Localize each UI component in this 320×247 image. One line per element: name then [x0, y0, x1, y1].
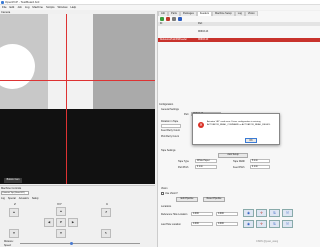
- camera-overlay-label[interactable]: Bottom Cam: [4, 178, 22, 183]
- home-button[interactable]: P: [56, 218, 66, 227]
- capture-camera-icon-2[interactable]: ◉: [243, 220, 254, 228]
- table-row-selected[interactable]: ReferencePushPullFeeder R0603-1K: [158, 38, 320, 42]
- last-hole-label: Last Hole Location: [161, 223, 181, 226]
- move-camera-icon-2[interactable]: ✛: [256, 220, 267, 228]
- locations-title: Locations: [161, 205, 172, 208]
- ok-button[interactable]: OK: [245, 138, 257, 143]
- jog-c-ccw-button[interactable]: ↺: [101, 208, 111, 217]
- tape-width-field[interactable]: 8 mm: [250, 159, 270, 163]
- edit-pipeline-button[interactable]: Edit Pipeline: [176, 197, 198, 202]
- tab-actuators[interactable]: Actuators: [19, 197, 29, 200]
- tab-special[interactable]: Special: [8, 197, 16, 200]
- error-icon: ✕: [198, 122, 204, 128]
- menu-file[interactable]: File: [2, 5, 7, 10]
- distance-slider-knob[interactable]: [70, 242, 73, 245]
- machine-controls-panel: Machine Controls Camera Top (Head H1) Jo…: [0, 185, 155, 247]
- menu-bar: File Edit Job Jog Machine Scripts Window…: [0, 5, 320, 10]
- capture-camera-icon[interactable]: ◉: [243, 209, 254, 217]
- reference-hole-x[interactable]: 0.000: [191, 212, 213, 216]
- camera-image-right: [93, 14, 155, 109]
- app-icon: [1, 1, 4, 4]
- menu-edit[interactable]: Edit: [10, 5, 15, 10]
- use-vision-checkbox[interactable]: [161, 192, 164, 195]
- menu-window[interactable]: Window: [58, 5, 68, 10]
- error-dialog: ✕ Actuator "A1" read error: Driver confi…: [192, 113, 280, 145]
- tape-width-label: Tape Width: [233, 160, 245, 163]
- jog-x-right-button[interactable]: ▶: [68, 218, 78, 227]
- crosshair-vertical: [66, 14, 67, 184]
- general-settings-title: General Settings: [161, 108, 179, 111]
- reference-hole-label: Reference Hole Location: [161, 213, 188, 216]
- tab-feeders[interactable]: Feeders: [196, 11, 213, 16]
- jog-z-down-button[interactable]: ▼: [9, 229, 19, 238]
- tab-vision[interactable]: Vision: [244, 11, 258, 16]
- part-pitch-label: Part Pitch: [178, 166, 189, 169]
- jog-y-down-button[interactable]: ▼: [56, 229, 66, 238]
- feed-pitch-field[interactable]: 4 mm: [250, 165, 270, 169]
- menu-job[interactable]: Job: [17, 5, 22, 10]
- tab-machine-setup[interactable]: Machine Setup: [212, 11, 235, 16]
- distance-slider[interactable]: [20, 243, 140, 244]
- move-camera-icon[interactable]: ✛: [256, 209, 267, 217]
- axis-z-label: Z: [14, 202, 16, 206]
- tab-jog[interactable]: Jog: [1, 197, 5, 200]
- crosshair-horizontal: [0, 80, 155, 81]
- reset-pipeline-button[interactable]: Reset Pipeline: [203, 197, 225, 202]
- camera-image-lower: [0, 109, 155, 184]
- menu-help[interactable]: Help: [70, 5, 76, 10]
- jog-x-left-button[interactable]: ◀: [44, 218, 54, 227]
- rotation-field[interactable]: [161, 124, 181, 128]
- position-tool-icon[interactable]: ⤧: [282, 209, 293, 217]
- rotation-label: Rotation in Tape: [161, 120, 179, 123]
- tape-type-select[interactable]: White Paper: [195, 159, 217, 163]
- move-nozzle-icon-2[interactable]: ⇅: [269, 220, 280, 228]
- distance-label: Distance:: [4, 241, 14, 243]
- delete-feeder-icon[interactable]: [166, 17, 170, 21]
- vision-title: Vision: [161, 187, 168, 190]
- jog-c-cw-button[interactable]: ↻: [101, 229, 111, 238]
- tape-type-label: Tape Type: [178, 160, 189, 163]
- auto-setup-button[interactable]: Auto Setup: [218, 153, 248, 158]
- menu-jog[interactable]: Jog: [25, 5, 30, 10]
- part-pitch-field[interactable]: 4 mm: [195, 165, 217, 169]
- reference-hole-y[interactable]: 0.000: [216, 212, 238, 216]
- configuration-title: Configuration: [159, 103, 174, 106]
- use-vision-label: Use Vision?: [165, 192, 178, 195]
- error-message: Actuator "A1" read error: Driver configu…: [207, 121, 271, 126]
- camera-image-feeder: [48, 14, 93, 109]
- part-label: Part: [184, 113, 189, 116]
- axis-xy-label: X/Y: [57, 202, 62, 206]
- window-title: OpenPnP - TestBoard.brd: [5, 0, 40, 4]
- tab-log[interactable]: Log: [234, 11, 245, 16]
- tool-select[interactable]: Camera Top (Head H1): [1, 191, 29, 195]
- tab-parts[interactable]: Parts: [168, 11, 180, 16]
- menu-scripts[interactable]: Scripts: [46, 5, 55, 10]
- jog-y-up-button[interactable]: ▲: [56, 207, 66, 216]
- machine-controls-title: Machine Controls: [1, 187, 22, 190]
- watermark: CSDN @yuan_wang: [256, 240, 279, 243]
- last-hole-y[interactable]: 0.000: [216, 222, 238, 226]
- tab-packages[interactable]: Packages: [179, 11, 197, 16]
- move-nozzle-icon[interactable]: ⇅: [269, 209, 280, 217]
- axis-c-label: C: [106, 202, 109, 206]
- tab-safety[interactable]: Safety: [32, 197, 39, 200]
- camera-view[interactable]: [0, 14, 155, 184]
- tab-job[interactable]: Job: [158, 11, 169, 16]
- menu-machine[interactable]: Machine: [32, 5, 43, 10]
- position-tool-icon-2[interactable]: ⤧: [282, 220, 293, 228]
- feed-retry-label: Feed Retry Count: [161, 129, 180, 132]
- last-hole-x[interactable]: 0.000: [191, 222, 213, 226]
- pick-retry-label: Pick Retry Count: [161, 135, 179, 138]
- add-feeder-icon[interactable]: [160, 17, 164, 21]
- feeders-table: ID Part R0603-1K ReferencePushPullFeeder…: [158, 22, 320, 42]
- feed-pitch-label: Feed Pitch: [233, 166, 245, 169]
- feed-icon[interactable]: [178, 17, 182, 21]
- jog-z-up-button[interactable]: ▲: [9, 208, 19, 217]
- tape-settings-title: Tape Settings: [161, 149, 176, 152]
- copy-feeder-icon[interactable]: [172, 17, 176, 21]
